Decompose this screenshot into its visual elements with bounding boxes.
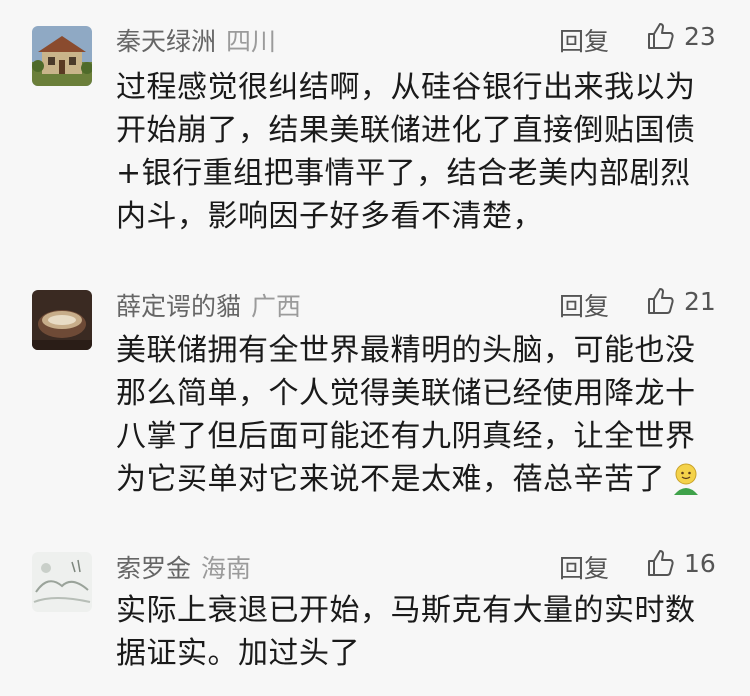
author-name[interactable]: 索罗金 [116,554,191,583]
author-region: 四川 [226,27,277,56]
comment-author: 薛定谔的貓 广西 [116,287,301,323]
comment-text: 过程感觉很纠结啊，从硅谷银行出来我以为 开始崩了，结果美联储进化了直接倒贴国债 … [116,70,696,234]
ink-painting-avatar [32,552,92,612]
comment-text-content: 美联储拥有全世界最精明的头脑，可能也没 那么简单，个人觉得美联储已经使用降龙十 … [116,333,696,497]
like-button[interactable]: 16 [646,548,716,578]
like-button[interactable]: 23 [646,21,716,51]
avatar[interactable] [32,290,92,350]
author-region: 广西 [251,292,302,321]
bowl-photo-avatar [32,290,92,350]
author-name[interactable]: 薛定谔的貓 [116,292,241,321]
comment-author: 秦天绿洲 四川 [116,22,276,58]
like-count: 23 [684,21,716,51]
avatar[interactable] [32,26,92,86]
reply-button[interactable]: 回复 [559,549,609,585]
like-count: 21 [684,286,716,316]
comment-text: 实际上衰退已开始，马斯克有大量的实时数 据证实。加过头了 [116,593,696,671]
thumbs-up-icon [648,288,674,314]
comment-text: 美联储拥有全世界最精明的头脑，可能也没 那么简单，个人觉得美联储已经使用降龙十 … [116,329,716,501]
like-button[interactable]: 21 [646,286,716,316]
author-name[interactable]: 秦天绿洲 [116,27,216,56]
thumbs-up-icon [648,23,674,49]
avatar[interactable] [32,552,92,612]
comment-item: 索罗金 海南 回复 16 实际上衰退已开始，马斯克有大量的实时数 据证实。加过头了 [0,534,750,696]
author-region: 海南 [201,554,252,583]
like-count: 16 [684,548,716,578]
reply-button[interactable]: 回复 [559,22,609,58]
reply-button[interactable]: 回复 [559,287,609,323]
comment-item: 薛定谔的貓 广西 回复 21 美联储拥有全世界最精明的头脑，可能也没 那么简单，个… [0,268,750,534]
slightly-smiling-face-emoji [674,463,698,495]
house-photo-avatar [32,26,92,86]
comment-author: 索罗金 海南 [116,549,251,585]
comment-item: 秦天绿洲 四川 回复 23 过程感觉很纠结啊，从硅谷银行出来我以为 开始崩了，结果… [0,0,750,268]
thumbs-up-icon [648,550,674,576]
